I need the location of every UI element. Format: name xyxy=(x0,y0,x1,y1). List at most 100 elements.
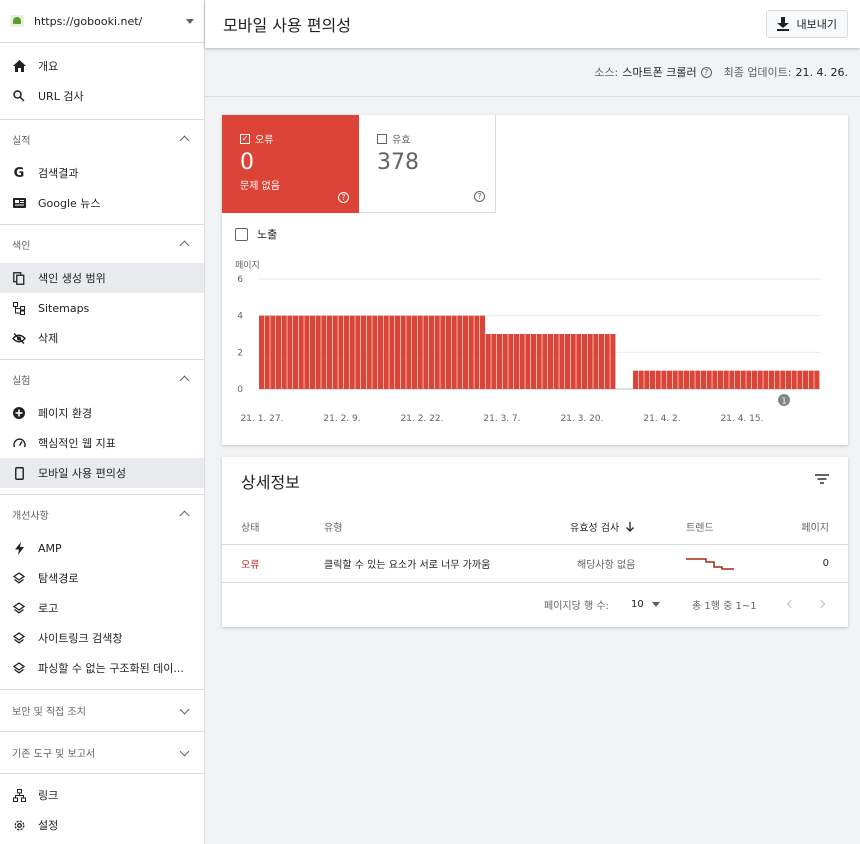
sidebar-item-google-news[interactable]: Google 뉴스 xyxy=(0,188,204,218)
rows-per-page-label: 페이지당 행 수: xyxy=(544,600,609,612)
help-icon[interactable]: ? xyxy=(700,66,712,78)
column-type[interactable]: 유형 xyxy=(324,509,342,544)
chart-bar xyxy=(485,334,491,389)
sidebar-item-links[interactable]: 링크 xyxy=(0,780,204,810)
site-favicon-icon xyxy=(10,15,24,27)
export-button[interactable]: 내보내기 xyxy=(765,10,848,38)
chart-bar xyxy=(293,315,299,389)
section-legacy-tools[interactable]: 기존 도구 및 보고서 xyxy=(0,732,204,773)
filter-icon[interactable] xyxy=(815,474,829,484)
sidebar-item-logo[interactable]: 로고 xyxy=(0,593,204,623)
chart-bar xyxy=(468,315,474,389)
chart-bar xyxy=(791,370,797,389)
chart-bar xyxy=(270,315,276,389)
sidebar-item-mobile-usability[interactable]: 모바일 사용 편의성 xyxy=(0,458,204,488)
chart-bar xyxy=(553,334,559,389)
prev-page-button[interactable] xyxy=(786,583,796,625)
chart-bar xyxy=(684,370,690,389)
sidebar-item-breadcrumbs[interactable]: 탐색경로 xyxy=(0,563,204,593)
chart-bar xyxy=(434,315,440,389)
sidebar-item-core-web-vitals[interactable]: 핵심적인 웹 지표 xyxy=(0,428,204,458)
impressions-toggle[interactable]: 노출 xyxy=(235,226,277,242)
chart-bar xyxy=(508,334,514,389)
chart-bar xyxy=(463,315,469,389)
column-trend[interactable]: 트렌드 xyxy=(686,509,714,544)
sidebar-item-label: 색인 생성 범위 xyxy=(38,272,106,285)
chart-bar xyxy=(519,334,525,389)
column-status[interactable]: 상태 xyxy=(241,509,259,544)
source-bar: 소스: 스마트폰 크롤러 ? 최종 업데이트: 21. 4. 26. xyxy=(205,48,860,97)
layers-icon xyxy=(12,631,26,645)
section-performance[interactable]: 실적 xyxy=(0,120,204,158)
chart-bar xyxy=(570,334,576,389)
column-pages[interactable]: 페이지 xyxy=(801,509,829,544)
chart-bar xyxy=(531,334,537,389)
chart-bar xyxy=(667,370,673,389)
chart-bar xyxy=(757,370,763,389)
x-tick-label: 21. 3. 7. xyxy=(483,414,520,424)
checkbox-unchecked-icon[interactable] xyxy=(235,227,248,241)
sidebar-item-search-results[interactable]: G 검색결과 xyxy=(0,158,204,188)
chart-bar xyxy=(752,370,758,389)
chart-bar xyxy=(417,315,423,389)
section-enhancements[interactable]: 개선사항 xyxy=(0,495,204,533)
next-page-button[interactable] xyxy=(816,583,826,625)
sidebar: https://gobooki.net/ 개요 URL 검사 실적 G 검색결과… xyxy=(0,0,205,844)
help-icon[interactable]: ? xyxy=(474,191,485,202)
checkbox-unchecked-icon[interactable] xyxy=(377,133,387,144)
chart-bar xyxy=(264,315,270,389)
chart-bar xyxy=(412,315,418,389)
chevron-up-icon xyxy=(179,510,190,521)
valid-stat-tile[interactable]: 유효 378 ? xyxy=(359,115,496,213)
sidebar-item-unparsable-structured-data[interactable]: 파싱할 수 없는 구조화된 데이... xyxy=(0,653,204,683)
chart-bar xyxy=(644,370,650,389)
sidebar-item-url-inspection[interactable]: URL 검사 xyxy=(0,81,204,111)
section-title: 색인 xyxy=(12,240,31,252)
sidebar-item-coverage[interactable]: 색인 생성 범위 xyxy=(0,263,204,293)
help-icon[interactable]: ? xyxy=(338,192,349,203)
chart-bar xyxy=(332,315,338,389)
links-icon xyxy=(12,788,26,802)
section-index[interactable]: 색인 xyxy=(0,225,204,263)
checkbox-checked-icon[interactable]: ✓ xyxy=(240,133,250,144)
sidebar-item-settings[interactable]: 설정 xyxy=(0,810,204,840)
search-icon xyxy=(12,89,26,103)
chevron-up-icon xyxy=(179,135,190,146)
chart-bar xyxy=(576,334,582,389)
news-icon xyxy=(12,196,26,210)
chart-bar xyxy=(480,315,486,389)
sidebar-item-overview[interactable]: 개요 xyxy=(0,51,204,81)
section-security[interactable]: 보안 및 직접 조치 xyxy=(0,690,204,731)
chevron-right-icon xyxy=(816,599,826,609)
chart-bar xyxy=(786,370,792,389)
sidebar-item-page-experience[interactable]: 페이지 환경 xyxy=(0,398,204,428)
sidebar-item-amp[interactable]: AMP xyxy=(0,533,204,563)
table-row[interactable]: 오류 클릭할 수 있는 요소가 서로 너무 가까움 해당사항 없음 0 xyxy=(222,545,848,583)
error-stat-tile[interactable]: ✓ 오류 0 문제 없음 ? xyxy=(222,115,359,213)
chart-bar xyxy=(678,370,684,389)
sidebar-item-label: 사이트링크 검색창 xyxy=(38,632,123,645)
y-tick-label: 0 xyxy=(237,385,243,395)
column-validation[interactable]: 유효성 검사 xyxy=(570,509,636,544)
sidebar-item-sitelinks-searchbox[interactable]: 사이트링크 검색창 xyxy=(0,623,204,653)
property-selector[interactable]: https://gobooki.net/ xyxy=(0,0,204,43)
chart-bar xyxy=(389,315,395,389)
chart-bar xyxy=(706,370,712,389)
chart-bar xyxy=(559,334,565,389)
valid-count: 378 xyxy=(377,150,419,175)
sidebar-item-sitemaps[interactable]: Sitemaps xyxy=(0,293,204,323)
sidebar-item-label: 개요 xyxy=(38,60,59,73)
details-title: 상세정보 xyxy=(241,473,300,492)
source-label: 소스: xyxy=(594,66,619,79)
chart-bar xyxy=(695,370,701,389)
rows-per-page-select[interactable]: 10 xyxy=(631,583,660,625)
chart-bar xyxy=(610,334,616,389)
error-count: 0 xyxy=(240,150,254,175)
chart-bar xyxy=(729,370,735,389)
chart-bar xyxy=(298,315,304,389)
section-experience[interactable]: 실험 xyxy=(0,360,204,398)
chart-bar xyxy=(327,315,333,389)
sidebar-item-removals[interactable]: 삭제 xyxy=(0,323,204,353)
chart-bar xyxy=(406,315,412,389)
chart-bar xyxy=(276,315,282,389)
